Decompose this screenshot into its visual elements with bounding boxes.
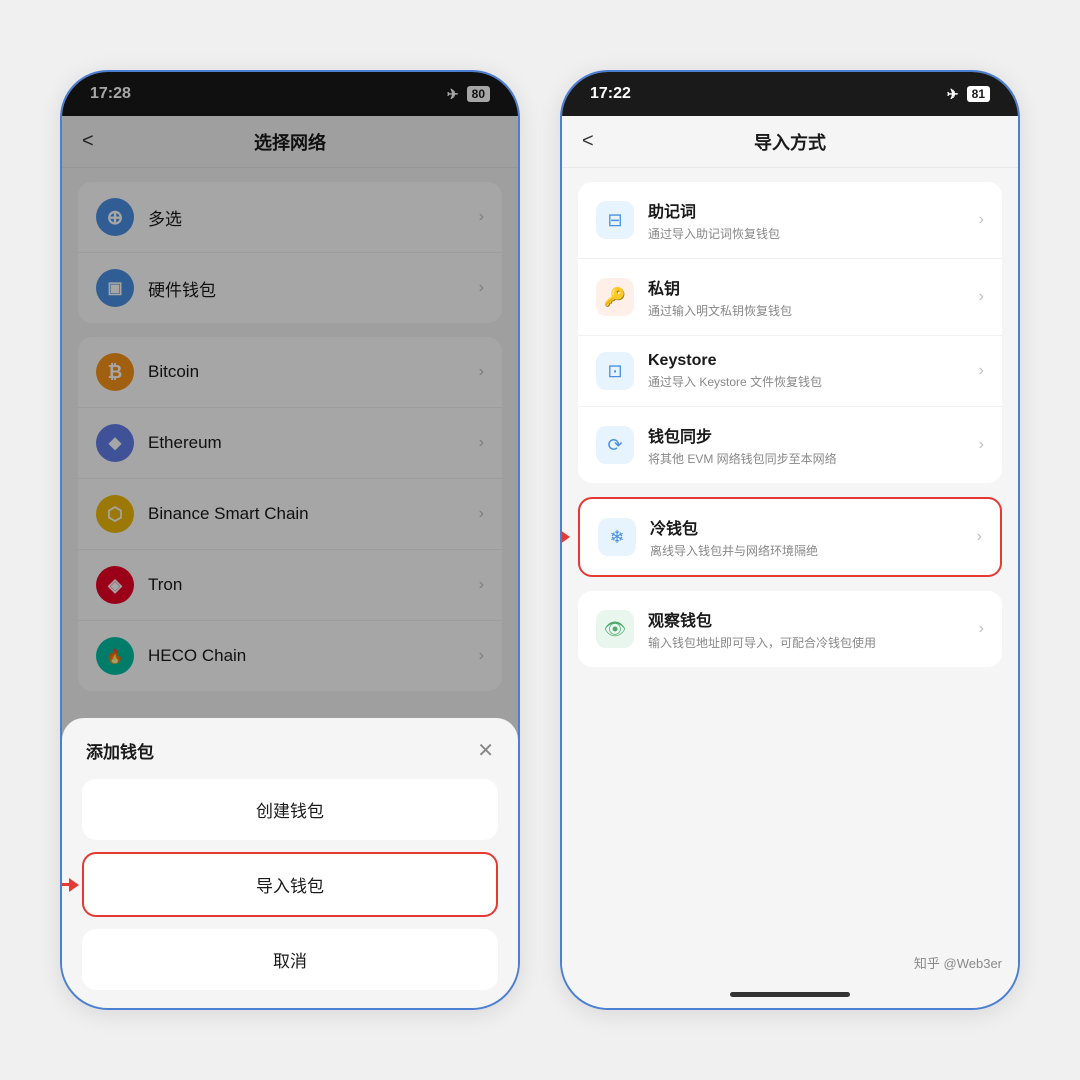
privatekey-chevron: ›: [979, 288, 984, 306]
right-time: 17:22: [590, 85, 631, 103]
left-phone: 17:28 ✈ 80 < 选择网络 ⊕ 多选 › ▣ 硬件钱包 ›: [60, 70, 520, 1010]
watermark: 知乎 @Web3er: [914, 953, 1002, 972]
right-nav-bar: < 导入方式: [562, 116, 1018, 168]
mnemonic-chevron: ›: [979, 211, 984, 229]
keystore-icon: ⊡: [596, 352, 634, 390]
right-battery-indicator: 81: [967, 86, 990, 102]
import-text-keystore: Keystore 通过导入 Keystore 文件恢复钱包: [648, 352, 979, 390]
coldwallet-icon: ❄: [598, 518, 636, 556]
import-section-main: ⊟ 助记词 通过导入助记词恢复钱包 › 🔑 私钥 通过输入明文私钥恢复钱包 › …: [578, 182, 1002, 483]
import-list: ⊟ 助记词 通过导入助记词恢复钱包 › 🔑 私钥 通过输入明文私钥恢复钱包 › …: [562, 168, 1018, 980]
left-content: ⊕ 多选 › ▣ 硬件钱包 › ₿ Bitcoin › ◆ Et: [62, 168, 518, 980]
mnemonic-desc: 通过导入助记词恢复钱包: [648, 225, 979, 242]
observer-icon: 👁: [596, 610, 634, 648]
right-home-bar: [730, 992, 850, 997]
privatekey-icon: 🔑: [596, 278, 634, 316]
modal-title: 添加钱包: [86, 738, 154, 763]
observer-desc: 输入钱包地址即可导入，可配合冷钱包使用: [648, 634, 979, 651]
keystore-desc: 通过导入 Keystore 文件恢复钱包: [648, 373, 979, 390]
import-item-keystore[interactable]: ⊡ Keystore 通过导入 Keystore 文件恢复钱包 ›: [578, 336, 1002, 407]
arrow-head: [69, 878, 79, 892]
coldwallet-chevron: ›: [977, 528, 982, 546]
privatekey-name: 私钥: [648, 275, 979, 299]
import-item-observer[interactable]: 👁 观察钱包 输入钱包地址即可导入，可配合冷钱包使用 ›: [578, 591, 1002, 667]
import-wallet-button[interactable]: 导入钱包: [82, 852, 498, 917]
cancel-button[interactable]: 取消: [82, 929, 498, 980]
create-wallet-button[interactable]: 创建钱包: [82, 779, 498, 840]
add-wallet-sheet: 添加钱包 ✕ 创建钱包 导入钱包 取消: [62, 718, 518, 980]
walletsync-desc: 将其他 EVM 网络钱包同步至本网络: [648, 450, 979, 467]
cold-wallet-arrow: [562, 530, 570, 544]
walletsync-icon: ⟳: [596, 426, 634, 464]
import-text-walletsync: 钱包同步 将其他 EVM 网络钱包同步至本网络: [648, 423, 979, 467]
right-status-right: ✈ 81: [947, 86, 990, 103]
right-phone: 17:22 ✈ 81 < 导入方式 ⊟ 助记词 通过导入助记词恢复钱包 › 🔑 …: [560, 70, 1020, 1010]
modal-overlay: 添加钱包 ✕ 创建钱包 导入钱包 取消: [62, 168, 518, 980]
observer-section: 👁 观察钱包 输入钱包地址即可导入，可配合冷钱包使用 ›: [578, 591, 1002, 667]
walletsync-name: 钱包同步: [648, 423, 979, 447]
right-page-title: 导入方式: [754, 129, 826, 155]
observer-chevron: ›: [979, 620, 984, 638]
import-text-mnemonic: 助记词 通过导入助记词恢复钱包: [648, 198, 979, 242]
mnemonic-icon: ⊟: [596, 201, 634, 239]
coldwallet-name: 冷钱包: [650, 515, 977, 539]
import-item-coldwallet[interactable]: ❄ 冷钱包 离线导入钱包并与网络环境隔绝 ›: [580, 499, 1000, 575]
right-home-indicator: [562, 980, 1018, 1008]
import-item-walletsync[interactable]: ⟳ 钱包同步 将其他 EVM 网络钱包同步至本网络 ›: [578, 407, 1002, 483]
mnemonic-name: 助记词: [648, 198, 979, 222]
right-back-button[interactable]: <: [582, 130, 594, 153]
modal-header: 添加钱包 ✕: [82, 738, 498, 763]
right-airplane-icon: ✈: [947, 86, 959, 103]
observer-name: 观察钱包: [648, 607, 979, 631]
right-status-bar: 17:22 ✈ 81: [562, 72, 1018, 116]
import-item-mnemonic[interactable]: ⊟ 助记词 通过导入助记词恢复钱包 ›: [578, 182, 1002, 259]
modal-close-button[interactable]: ✕: [477, 738, 494, 763]
keystore-chevron: ›: [979, 362, 984, 380]
import-item-privatekey[interactable]: 🔑 私钥 通过输入明文私钥恢复钱包 ›: [578, 259, 1002, 336]
privatekey-desc: 通过输入明文私钥恢复钱包: [648, 302, 979, 319]
import-arrow: [62, 878, 79, 892]
coldwallet-desc: 离线导入钱包并与网络环境隔绝: [650, 542, 977, 559]
import-text-privatekey: 私钥 通过输入明文私钥恢复钱包: [648, 275, 979, 319]
import-text-observer: 观察钱包 输入钱包地址即可导入，可配合冷钱包使用: [648, 607, 979, 651]
keystore-name: Keystore: [648, 352, 979, 370]
import-text-coldwallet: 冷钱包 离线导入钱包并与网络环境隔绝: [650, 515, 977, 559]
cold-wallet-section: ❄ 冷钱包 离线导入钱包并与网络环境隔绝 ›: [578, 497, 1002, 577]
cold-arrow-head: [562, 530, 570, 544]
arrow-line: [62, 883, 69, 886]
walletsync-chevron: ›: [979, 436, 984, 454]
